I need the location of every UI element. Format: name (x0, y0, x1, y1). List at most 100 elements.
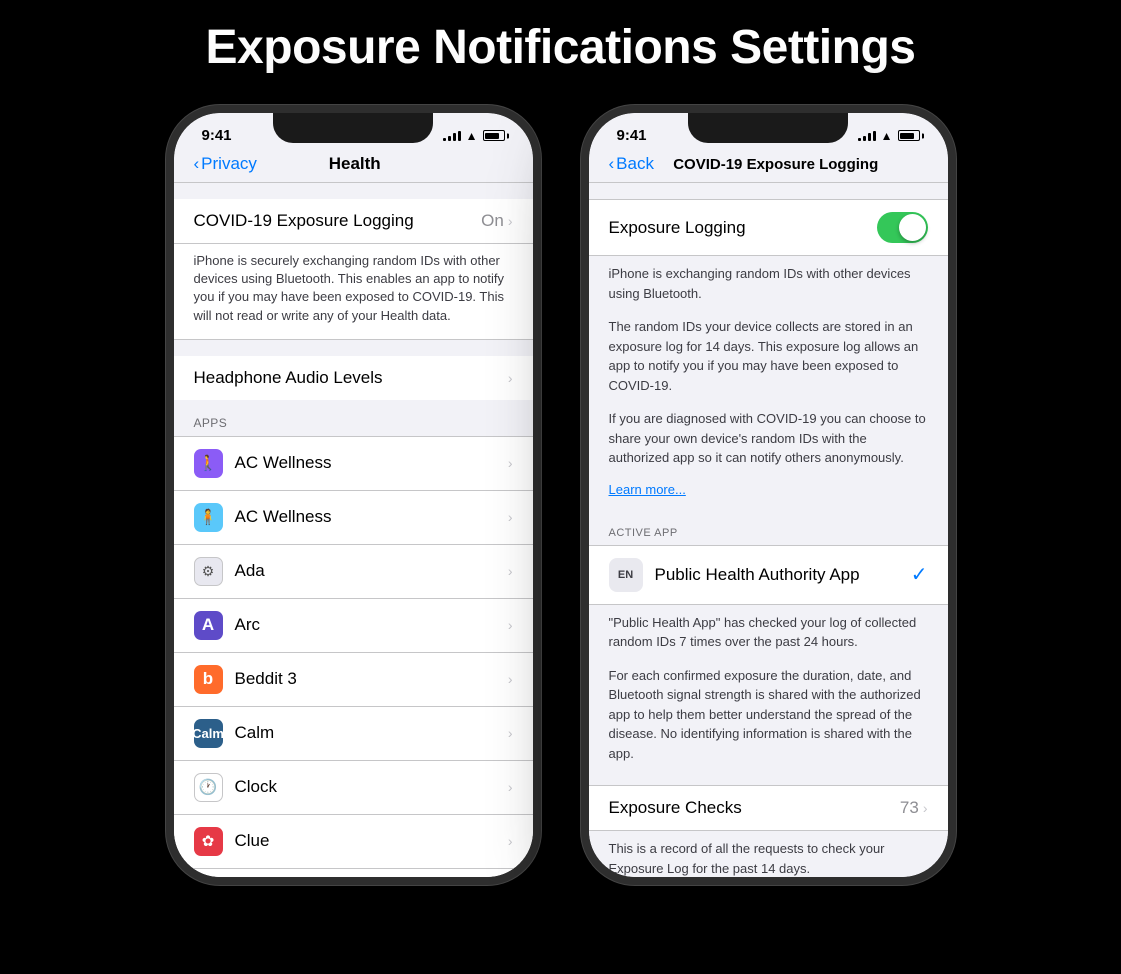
side-button (539, 263, 541, 323)
exposure-checks-value: 73 (900, 798, 919, 818)
app-name-ac-wellness-1: AC Wellness (235, 453, 508, 473)
list-item[interactable]: b Beddit 3 › (174, 653, 533, 707)
chevron-icon: › (508, 455, 513, 471)
battery-icon-2 (898, 130, 920, 141)
chevron-icon: › (508, 779, 513, 795)
description-block-1: iPhone is exchanging random IDs with oth… (589, 256, 948, 317)
chevron-headphone: › (508, 370, 513, 386)
list-item[interactable]: ◉ Cycles › (174, 869, 533, 877)
app-icon-ac-wellness-2: 🧍 (194, 503, 223, 532)
nav-title-1: Health (197, 154, 513, 174)
exposure-desc-text: For each confirmed exposure the duration… (609, 668, 921, 761)
en-badge: EN (609, 558, 643, 592)
covid-section-1: COVID-19 Exposure Logging On › iPhone is… (174, 199, 533, 340)
app-name-clue: Clue (235, 831, 508, 851)
status-bar-1: 9:41 ▲ (174, 113, 533, 150)
exposure-checks-desc-text: This is a record of all the requests to … (609, 841, 885, 876)
list-item[interactable]: A Arc › (174, 599, 533, 653)
desc-text-2: The random IDs your device collects are … (609, 319, 919, 393)
learn-more-link[interactable]: Learn more... (589, 482, 948, 511)
app-name-calm: Calm (235, 723, 508, 743)
app-name-beddit: Beddit 3 (235, 669, 508, 689)
headphone-section: Headphone Audio Levels › (174, 356, 533, 400)
chevron-covid-1: › (508, 213, 513, 229)
wifi-icon-2: ▲ (881, 129, 893, 143)
active-app-row[interactable]: EN Public Health Authority App ✓ (589, 545, 948, 605)
exposure-checks-right: 73 › (900, 798, 928, 818)
status-time-2: 9:41 (617, 127, 647, 144)
status-icons-1: ▲ (443, 129, 505, 143)
list-item[interactable]: ⚙ Ada › (174, 545, 533, 599)
phones-row: 9:41 ▲ ‹ Pri (166, 105, 956, 885)
chevron-left-icon-2: ‹ (609, 154, 615, 174)
status-icons-2: ▲ (858, 129, 920, 143)
exposure-checks-desc: This is a record of all the requests to … (589, 831, 948, 877)
desc-text-3: If you are diagnosed with COVID-19 you c… (609, 411, 926, 465)
checkmark-icon: ✓ (911, 562, 928, 587)
nav-bar-2: ‹ Back COVID-19 Exposure Logging (589, 150, 948, 183)
status-bar-2: 9:41 ▲ (589, 113, 948, 150)
exposure-description-block: For each confirmed exposure the duration… (589, 666, 948, 778)
chevron-icon: › (508, 563, 513, 579)
app-name-arc: Arc (235, 615, 508, 635)
phone-2-screen: 9:41 ▲ ‹ Bac (589, 113, 948, 877)
vol-up-button-2 (581, 243, 583, 275)
exposure-logging-label: Exposure Logging (609, 218, 746, 238)
app-icon-ac-wellness-1: 🚶 (194, 449, 223, 478)
status-time-1: 9:41 (202, 127, 232, 144)
app-icon-clue: ✿ (194, 827, 223, 856)
wifi-icon-1: ▲ (466, 129, 478, 143)
app-icon-ada: ⚙ (194, 557, 223, 586)
exposure-checks-row[interactable]: Exposure Checks 73 › (589, 785, 948, 831)
exposure-checks-section: Exposure Checks 73 › This is a record of… (589, 785, 948, 877)
screen-content-2: Exposure Logging iPhone is exchanging ra… (589, 183, 948, 877)
app-desc-text: "Public Health App" has checked your log… (609, 615, 917, 650)
app-name-clock: Clock (235, 777, 508, 797)
nav-bar-1: ‹ Privacy Health (174, 150, 533, 183)
exposure-logging-row: Exposure Logging (589, 199, 948, 256)
app-icon-clock: 🕐 (194, 773, 223, 802)
covid-row-1[interactable]: COVID-19 Exposure Logging On › (174, 199, 533, 244)
battery-icon-1 (483, 130, 505, 141)
vol-down-button (166, 285, 168, 317)
headphone-label: Headphone Audio Levels (194, 368, 508, 388)
chevron-icon: › (508, 725, 513, 741)
exposure-logging-section: Exposure Logging (589, 199, 948, 256)
phone-2: 9:41 ▲ ‹ Bac (581, 105, 956, 885)
chevron-icon: › (508, 671, 513, 687)
app-icon-calm: Calm (194, 719, 223, 748)
description-block-3: If you are diagnosed with COVID-19 you c… (589, 409, 948, 482)
phone-1-screen: 9:41 ▲ ‹ Pri (174, 113, 533, 877)
vol-up-button (166, 243, 168, 275)
app-icon-arc: A (194, 611, 223, 640)
desc-text-1: iPhone is exchanging random IDs with oth… (609, 266, 911, 301)
app-name-ada: Ada (235, 561, 508, 581)
list-item[interactable]: Calm Calm › (174, 707, 533, 761)
signal-icon-2 (858, 130, 876, 141)
signal-icon-1 (443, 130, 461, 141)
list-item[interactable]: 🧍 AC Wellness › (174, 491, 533, 545)
list-item[interactable]: 🚶 AC Wellness › (174, 437, 533, 491)
covid-value-1: On › (481, 211, 512, 231)
list-item[interactable]: ✿ Clue › (174, 815, 533, 869)
chevron-icon: › (508, 617, 513, 633)
nav-title-2: COVID-19 Exposure Logging (624, 156, 928, 173)
active-app-section-label: ACTIVE APP (589, 511, 948, 545)
page-title: Exposure Notifications Settings (206, 20, 916, 75)
phone-1: 9:41 ▲ ‹ Pri (166, 105, 541, 885)
active-app-name: Public Health Authority App (655, 565, 860, 585)
headphone-row[interactable]: Headphone Audio Levels › (174, 356, 533, 400)
apps-list: 🚶 AC Wellness › 🧍 AC Wellness › (174, 436, 533, 877)
exposure-checks-label: Exposure Checks (609, 798, 742, 818)
app-icon-beddit: b (194, 665, 223, 694)
chevron-icon: › (508, 833, 513, 849)
chevron-exposure-checks: › (923, 800, 928, 816)
app-name-ac-wellness-2: AC Wellness (235, 507, 508, 527)
apps-section: APPS 🚶 AC Wellness › (174, 400, 533, 877)
covid-desc-1: iPhone is securely exchanging random IDs… (174, 244, 533, 340)
screen-content-1: COVID-19 Exposure Logging On › iPhone is… (174, 183, 533, 877)
apps-section-label: APPS (174, 400, 533, 436)
list-item[interactable]: 🕐 Clock › (174, 761, 533, 815)
exposure-logging-toggle[interactable] (877, 212, 928, 243)
description-block-2: The random IDs your device collects are … (589, 317, 948, 409)
